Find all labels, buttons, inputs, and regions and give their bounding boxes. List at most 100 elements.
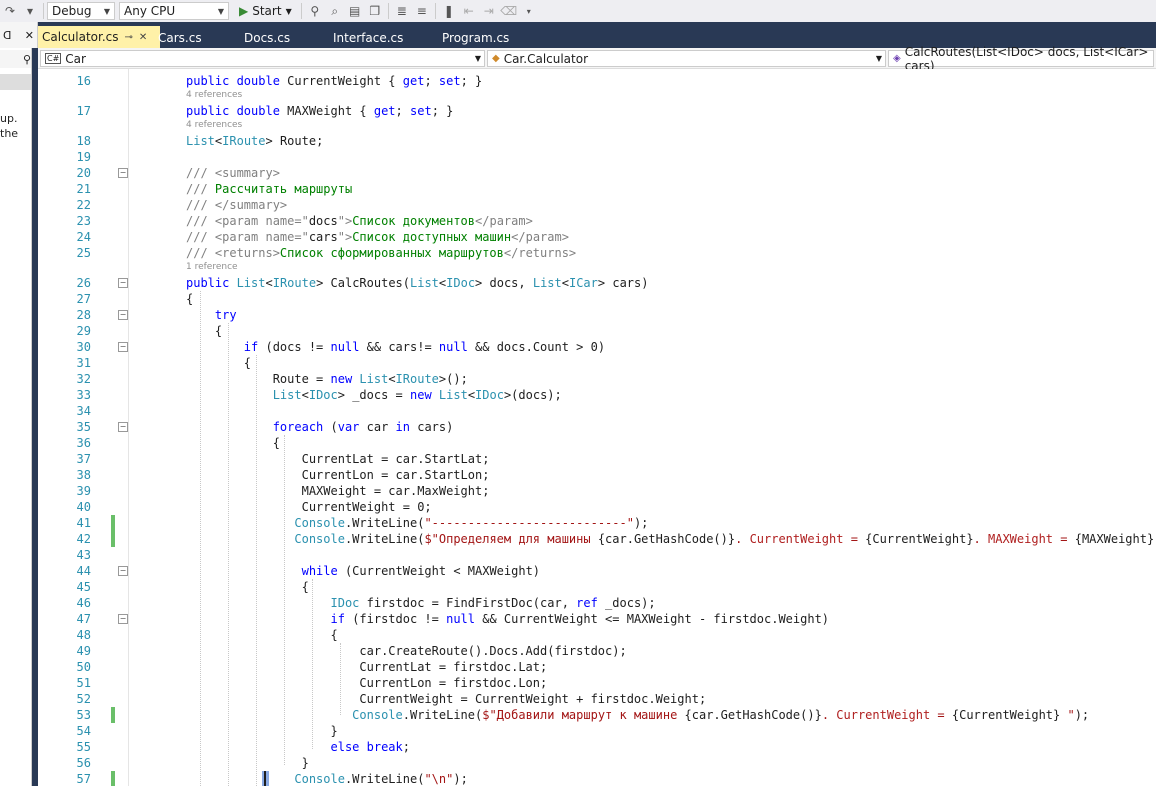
collapse-icon[interactable]: −	[118, 614, 128, 624]
line-number: 41	[76, 516, 91, 530]
line-number: 51	[76, 676, 91, 690]
clear-bookmarks-icon[interactable]: ⌫	[500, 3, 517, 19]
search-box[interactable]: ⚲	[0, 50, 31, 68]
code-line[interactable]: 18 List<IRoute> Route;	[38, 133, 1156, 149]
tab-docs-cs[interactable]: Docs.cs	[244, 28, 290, 48]
line-number: 30	[76, 340, 91, 354]
line-number: 48	[76, 628, 91, 642]
code-line[interactable]: 35 − foreach (var car in cars)	[38, 419, 1156, 435]
code-line[interactable]: 21 /// Рассчитать маршруты	[38, 181, 1156, 197]
code-line[interactable]: 42 Console.WriteLine($"Определяем для ма…	[38, 531, 1156, 547]
code-line[interactable]: 49 car.CreateRoute().Docs.Add(firstdoc);	[38, 643, 1156, 659]
collapse-icon[interactable]: −	[118, 310, 128, 320]
code-line[interactable]: 53 Console.WriteLine($"Добавили маршрут …	[38, 707, 1156, 723]
previous-bookmark-icon[interactable]: ⇤	[461, 3, 477, 19]
pin-icon[interactable]: ⊸	[125, 32, 133, 43]
tab-label: Cars.cs	[158, 31, 202, 45]
code-line[interactable]: 29 {	[38, 323, 1156, 339]
line-number: 54	[76, 724, 91, 738]
codelens-references[interactable]: 4 references	[186, 89, 242, 101]
code-line[interactable]: 36 {	[38, 435, 1156, 451]
code-line[interactable]: 51 CurrentLon = firstdoc.Lon;	[38, 675, 1156, 691]
code-line[interactable]: 50 CurrentLat = firstdoc.Lat;	[38, 659, 1156, 675]
configuration-dropdown[interactable]: Debug ▼	[47, 2, 115, 20]
selected-tree-item[interactable]	[0, 74, 31, 90]
line-number: 46	[76, 596, 91, 610]
code-text: CurrentWeight = CurrentWeight + firstdoc…	[186, 692, 707, 706]
window-pin-icon[interactable]: ᗡ	[3, 29, 11, 42]
member-dropdown[interactable]: ◈ CalcRoutes(List<IDoc> docs, List<ICar>…	[888, 45, 1154, 73]
collapse-icon[interactable]: −	[118, 168, 128, 178]
line-number: 44	[76, 564, 91, 578]
code-line[interactable]: 16 public double CurrentWeight { get; set…	[38, 73, 1156, 89]
code-line[interactable]: 54 }	[38, 723, 1156, 739]
code-line[interactable]: 28 − try	[38, 307, 1156, 323]
code-line[interactable]: 26 − public List<IRoute> CalcRoutes(List<I…	[38, 275, 1156, 291]
project-dropdown[interactable]: C# Car ▼	[40, 50, 485, 67]
code-text: Route = new List<IRoute>();	[186, 372, 468, 386]
start-button[interactable]: ▶ Start ▼	[239, 4, 292, 18]
code-line[interactable]: 48 {	[38, 627, 1156, 643]
codelens-references[interactable]: 1 reference	[186, 261, 238, 273]
code-line[interactable]: 57 Console.WriteLine("\n");	[38, 771, 1156, 786]
code-line[interactable]: 22 /// </summary>	[38, 197, 1156, 213]
code-line[interactable]: 40 CurrentWeight = 0;	[38, 499, 1156, 515]
code-line[interactable]: 47 − if (firstdoc != null && CurrentWeigh…	[38, 611, 1156, 627]
code-line[interactable]: 55 else break;	[38, 739, 1156, 755]
chevron-down-icon: ▼	[103, 6, 110, 16]
indent-icon[interactable]: ≣	[394, 3, 410, 19]
code-line[interactable]: 20 − /// <summary>	[38, 165, 1156, 181]
code-line[interactable]: 19	[38, 149, 1156, 165]
code-line[interactable]: 38 CurrentLon = car.StartLon;	[38, 467, 1156, 483]
code-line[interactable]: 32 Route = new List<IRoute>();	[38, 371, 1156, 387]
code-line[interactable]: 27 {	[38, 291, 1156, 307]
redo-icon[interactable]: ↷	[2, 3, 18, 19]
find-icon[interactable]: ⌕	[327, 3, 343, 19]
code-line[interactable]: 31 {	[38, 355, 1156, 371]
code-line[interactable]: 41 Console.WriteLine("------------------…	[38, 515, 1156, 531]
code-line[interactable]: 45 {	[38, 579, 1156, 595]
code-line[interactable]: 34	[38, 403, 1156, 419]
tab-cars-cs[interactable]: Cars.cs	[158, 28, 202, 48]
tab-program-cs[interactable]: Program.cs	[442, 28, 509, 48]
close-icon[interactable]: ✕	[139, 32, 147, 43]
code-line[interactable]: 23 /// <param name="docs">Список документ…	[38, 213, 1156, 229]
codelens-references[interactable]: 4 references	[186, 119, 242, 131]
code-line[interactable]: 37 CurrentLat = car.StartLat;	[38, 451, 1156, 467]
code-line[interactable]: 43	[38, 547, 1156, 563]
code-line[interactable]: 44 − while (CurrentWeight < MAXWeight)	[38, 563, 1156, 579]
tab-calculator-cs[interactable]: Calculator.cs ⊸ ✕	[38, 26, 160, 48]
close-icon[interactable]: ✕	[25, 29, 34, 42]
type-dropdown[interactable]: ◆ Car.Calculator ▼	[487, 50, 886, 67]
code-line[interactable]: 46 IDoc firstdoc = FindFirstDoc(car, ref…	[38, 595, 1156, 611]
code-line[interactable]: 33 List<IDoc> _docs = new List<IDoc>(doc…	[38, 387, 1156, 403]
code-editor[interactable]: 16 public double CurrentWeight { get; set…	[38, 69, 1156, 786]
platform-dropdown[interactable]: Any CPU ▼	[119, 2, 229, 20]
line-number: 55	[76, 740, 91, 754]
solution-explorer-icon[interactable]: ▤	[347, 3, 363, 19]
code-line[interactable]: 17 public double MAXWeight { get; set; }	[38, 103, 1156, 119]
code-line[interactable]: 56 }	[38, 755, 1156, 771]
copy-icon[interactable]: ❐	[367, 3, 383, 19]
code-line[interactable]: 24 /// <param name="cars">Список доступны…	[38, 229, 1156, 245]
next-bookmark-icon[interactable]: ⇥	[481, 3, 497, 19]
outdent-icon[interactable]: ≡	[414, 3, 430, 19]
code-text: CurrentWeight = 0;	[186, 500, 432, 514]
collapse-icon[interactable]: −	[118, 278, 128, 288]
bookmark-icon[interactable]: ❚	[441, 3, 457, 19]
play-icon: ▶	[239, 4, 249, 18]
line-number: 40	[76, 500, 91, 514]
code-line[interactable]: 30 − if (docs != null && cars!= null && d…	[38, 339, 1156, 355]
dropdown-arrow-icon[interactable]: ▾	[22, 3, 38, 19]
browse-icon[interactable]: ⚲	[307, 3, 323, 19]
toolbar-overflow-icon[interactable]: ▾	[521, 3, 537, 19]
line-number: 19	[76, 150, 91, 164]
code-line[interactable]: 52 CurrentWeight = CurrentWeight + first…	[38, 691, 1156, 707]
collapse-icon[interactable]: −	[118, 342, 128, 352]
collapse-icon[interactable]: −	[118, 422, 128, 432]
tab-interface-cs[interactable]: Interface.cs	[333, 28, 403, 48]
collapse-icon[interactable]: −	[118, 566, 128, 576]
code-line[interactable]: 39 MAXWeight = car.MaxWeight;	[38, 483, 1156, 499]
code-line[interactable]: 25 /// <returns>Список сформированных мар…	[38, 245, 1156, 261]
line-number: 35	[76, 420, 91, 434]
